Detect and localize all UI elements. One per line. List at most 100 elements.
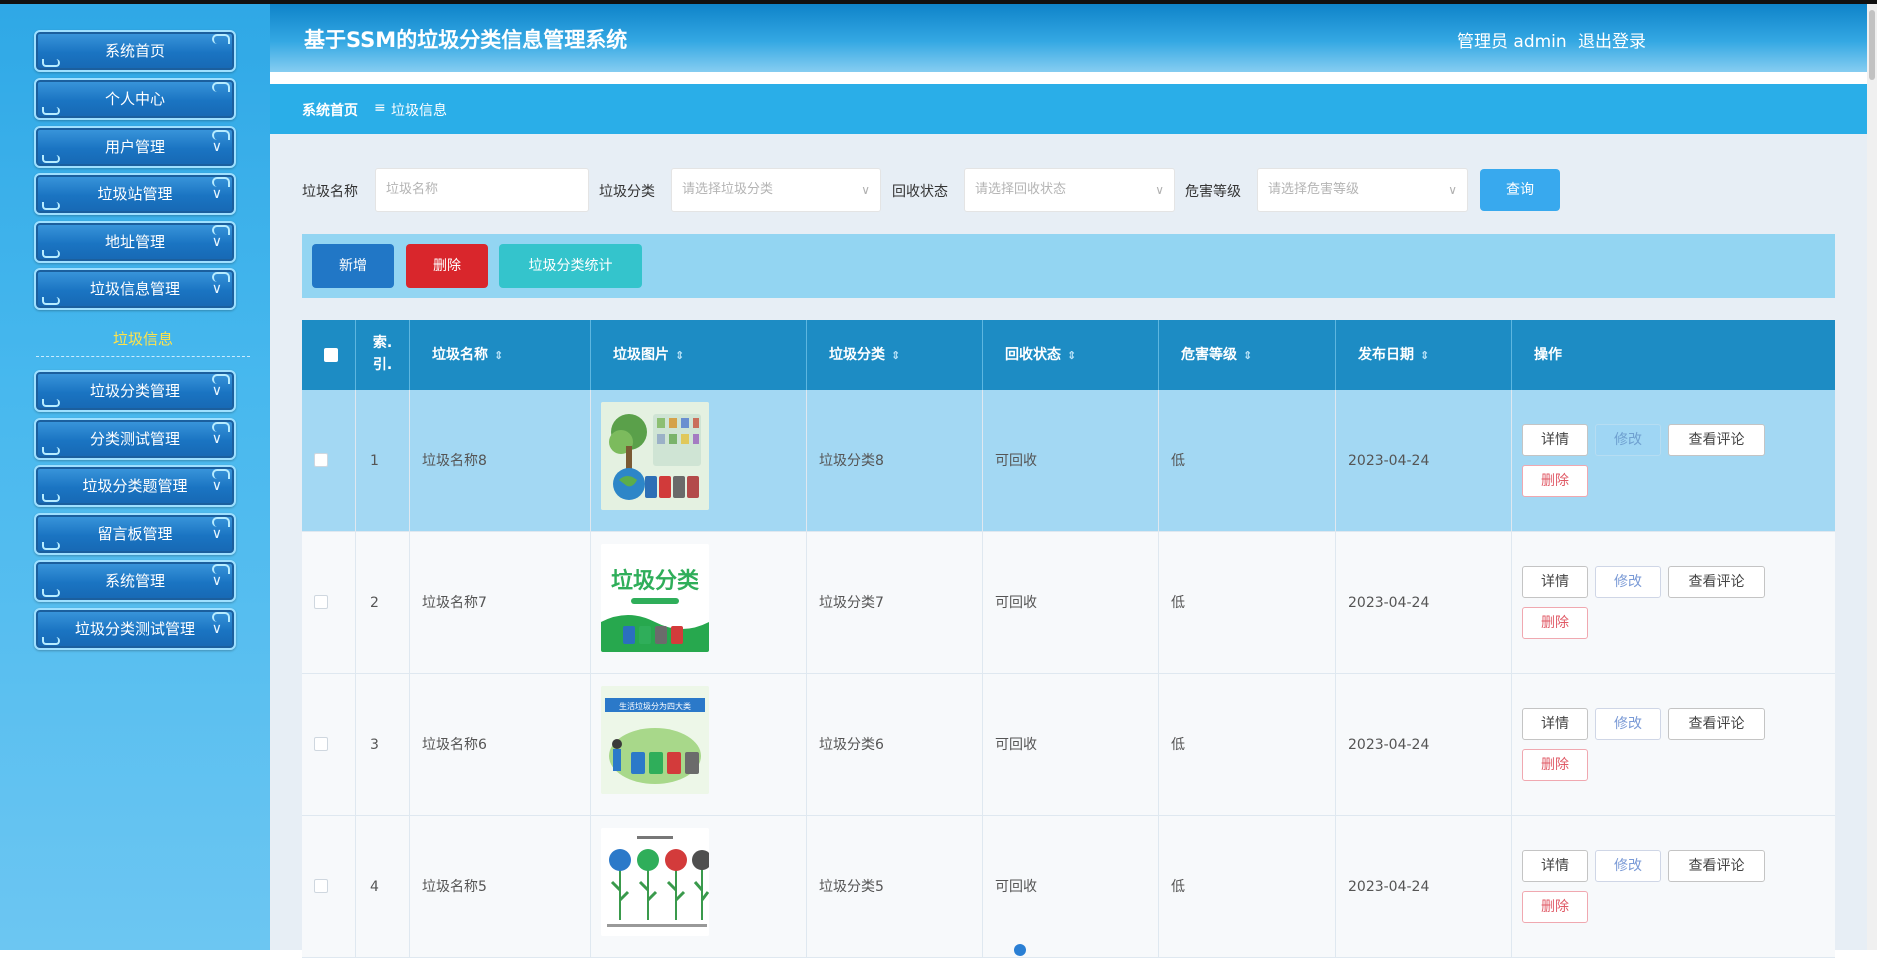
row-name: 垃圾名称6 — [410, 674, 591, 816]
edit-button[interactable]: 修改 — [1595, 424, 1661, 456]
detail-button[interactable]: 详情 — [1522, 566, 1588, 598]
breadcrumb-separator-icon: ≡ — [374, 100, 386, 116]
garbage-classification-poster-image: 垃圾分类 — [601, 544, 709, 652]
status-select[interactable]: 请选择回收状态 ∨ — [964, 168, 1175, 212]
sidebar-item-categories[interactable]: 垃圾分类管理 ∨ — [34, 370, 236, 412]
sidebar-item-messages[interactable]: 留言板管理 ∨ — [34, 513, 236, 555]
row-delete-button[interactable]: 删除 — [1522, 607, 1588, 639]
sort-icon[interactable]: ⇕ — [891, 349, 900, 362]
breadcrumb-home[interactable]: 系统首页 — [302, 100, 358, 120]
page-scrollbar-thumb[interactable] — [1869, 10, 1875, 80]
sidebar-item-stations[interactable]: 垃圾站管理 ∨ — [34, 173, 236, 215]
sidebar-item-tests[interactable]: 分类测试管理 ∨ — [34, 418, 236, 460]
row-date: 2023-04-24 — [1336, 816, 1512, 958]
table-row[interactable]: 1 垃圾名称8 垃圾分类8 可回收 低 2023-04-24 详情 修改 查看评… — [302, 390, 1835, 532]
header-index: 索. 引. — [356, 320, 410, 390]
header-status-label: 回收状态 — [1005, 347, 1061, 363]
row-select-cell — [302, 816, 356, 958]
row-checkbox[interactable] — [314, 737, 328, 751]
detail-button[interactable]: 详情 — [1522, 850, 1588, 882]
header-index-line1: 索. — [372, 335, 393, 351]
header-name-label: 垃圾名称 — [432, 347, 488, 363]
select-all-checkbox[interactable] — [324, 348, 338, 362]
sidebar-item-label: 系统首页 — [104, 42, 165, 60]
row-checkbox[interactable] — [314, 879, 328, 893]
row-delete-button[interactable]: 删除 — [1522, 891, 1588, 923]
user-label: 管理员 admin — [1457, 32, 1567, 52]
sort-icon[interactable]: ⇕ — [1420, 349, 1429, 362]
chevron-down-icon: ∨ — [211, 478, 222, 494]
comments-button[interactable]: 查看评论 — [1668, 708, 1765, 740]
header-name[interactable]: 垃圾名称 ⇕ — [410, 320, 591, 390]
detail-button[interactable]: 详情 — [1522, 708, 1588, 740]
row-category: 垃圾分类6 — [807, 674, 983, 816]
ornament-icon — [42, 250, 60, 258]
sidebar-subitem-garbage-info[interactable]: 垃圾信息 — [34, 324, 252, 354]
row-image-cell — [591, 816, 807, 958]
table-row[interactable]: 2 垃圾名称7 垃圾分类 垃圾分类7 可回收 低 2023-04-24 详情 修… — [302, 532, 1835, 674]
garbage-image[interactable] — [601, 402, 709, 510]
row-delete-button[interactable]: 删除 — [1522, 749, 1588, 781]
category-select[interactable]: 请选择垃圾分类 ∨ — [671, 168, 881, 212]
page-scrollbar[interactable] — [1867, 4, 1877, 950]
sidebar-item-profile[interactable]: 个人中心 — [34, 78, 236, 120]
sidebar-item-system[interactable]: 系统管理 ∨ — [34, 560, 236, 602]
sort-icon[interactable]: ⇕ — [494, 349, 503, 362]
header-date[interactable]: 发布日期 ⇕ — [1336, 320, 1512, 390]
hazard-select-placeholder: 请选择危害等级 — [1268, 182, 1360, 197]
add-button[interactable]: 新增 — [312, 244, 394, 288]
sort-icon[interactable]: ⇕ — [675, 349, 684, 362]
edit-button[interactable]: 修改 — [1595, 708, 1661, 740]
row-delete-button[interactable]: 删除 — [1522, 465, 1588, 497]
sidebar-item-label: 垃圾信息管理 — [89, 280, 180, 298]
comments-button[interactable]: 查看评论 — [1668, 850, 1765, 882]
row-name: 垃圾名称5 — [410, 816, 591, 958]
sort-icon[interactable]: ⇕ — [1243, 349, 1252, 362]
sidebar-item-users[interactable]: 用户管理 ∨ — [34, 126, 236, 168]
row-category: 垃圾分类8 — [807, 390, 983, 532]
header-index-line2: 引. — [372, 357, 393, 373]
logout-link[interactable]: 退出登录 — [1578, 27, 1646, 52]
search-name-input[interactable]: 垃圾名称 — [375, 168, 589, 212]
sidebar-item-test-management[interactable]: 垃圾分类测试管理 ∨ — [34, 608, 236, 650]
delete-button[interactable]: 删除 — [406, 244, 488, 288]
row-actions: 详情 修改 查看评论 删除 — [1512, 816, 1835, 958]
row-checkbox[interactable] — [314, 453, 328, 467]
chevron-down-icon: ∨ — [211, 431, 222, 447]
sidebar-item-questions[interactable]: 垃圾分类题管理 ∨ — [34, 465, 236, 507]
sidebar-item-garbage-info[interactable]: 垃圾信息管理 ∨ — [34, 268, 236, 310]
ornament-icon — [42, 494, 60, 502]
header-select-all-cell — [302, 320, 356, 390]
ornament-icon — [42, 447, 60, 455]
sidebar-item-address[interactable]: 地址管理 ∨ — [34, 221, 236, 263]
row-index: 1 — [356, 390, 410, 532]
sidebar: 系统首页 个人中心 用户管理 ∨ 垃圾站管理 ∨ 地址管理 ∨ 垃圾信息管理 ∨ 垃圾信… — [0, 4, 270, 950]
header-image[interactable]: 垃圾图片 ⇕ — [591, 320, 807, 390]
comments-button[interactable]: 查看评论 — [1668, 424, 1765, 456]
four-categories-image: 生活垃圾分为四大类 — [601, 686, 709, 794]
detail-button[interactable]: 详情 — [1522, 424, 1588, 456]
row-index: 2 — [356, 532, 410, 674]
header-category[interactable]: 垃圾分类 ⇕ — [807, 320, 983, 390]
query-button[interactable]: 查询 — [1480, 169, 1560, 211]
table-row[interactable]: 3 垃圾名称6 生活垃圾分为四大类 垃圾分类6 可回收 低 2023-04-24… — [302, 674, 1835, 816]
garbage-image[interactable] — [601, 828, 709, 936]
breadcrumb-current: 垃圾信息 — [391, 103, 447, 119]
header-hazard[interactable]: 危害等级 ⇕ — [1159, 320, 1336, 390]
sidebar-item-label: 垃圾分类管理 — [89, 382, 180, 400]
comments-button[interactable]: 查看评论 — [1668, 566, 1765, 598]
edit-button[interactable]: 修改 — [1595, 850, 1661, 882]
row-actions: 详情 修改 查看评论 删除 — [1512, 674, 1835, 816]
header-status[interactable]: 回收状态 ⇕ — [983, 320, 1159, 390]
garbage-image[interactable]: 垃圾分类 — [601, 544, 709, 652]
sort-icon[interactable]: ⇕ — [1067, 349, 1076, 362]
garbage-image[interactable]: 生活垃圾分为四大类 — [601, 686, 709, 794]
row-select-cell — [302, 390, 356, 532]
hazard-select[interactable]: 请选择危害等级 ∨ — [1257, 168, 1468, 212]
sidebar-item-label: 垃圾分类测试管理 — [74, 620, 195, 638]
row-checkbox[interactable] — [314, 595, 328, 609]
stats-button[interactable]: 垃圾分类统计 — [499, 244, 642, 288]
table-row[interactable]: 4 垃圾名称5 垃圾分类5 可回收 低 2023-04-24 详情 修改 查看评… — [302, 816, 1835, 958]
sidebar-item-home[interactable]: 系统首页 — [34, 30, 236, 72]
edit-button[interactable]: 修改 — [1595, 566, 1661, 598]
